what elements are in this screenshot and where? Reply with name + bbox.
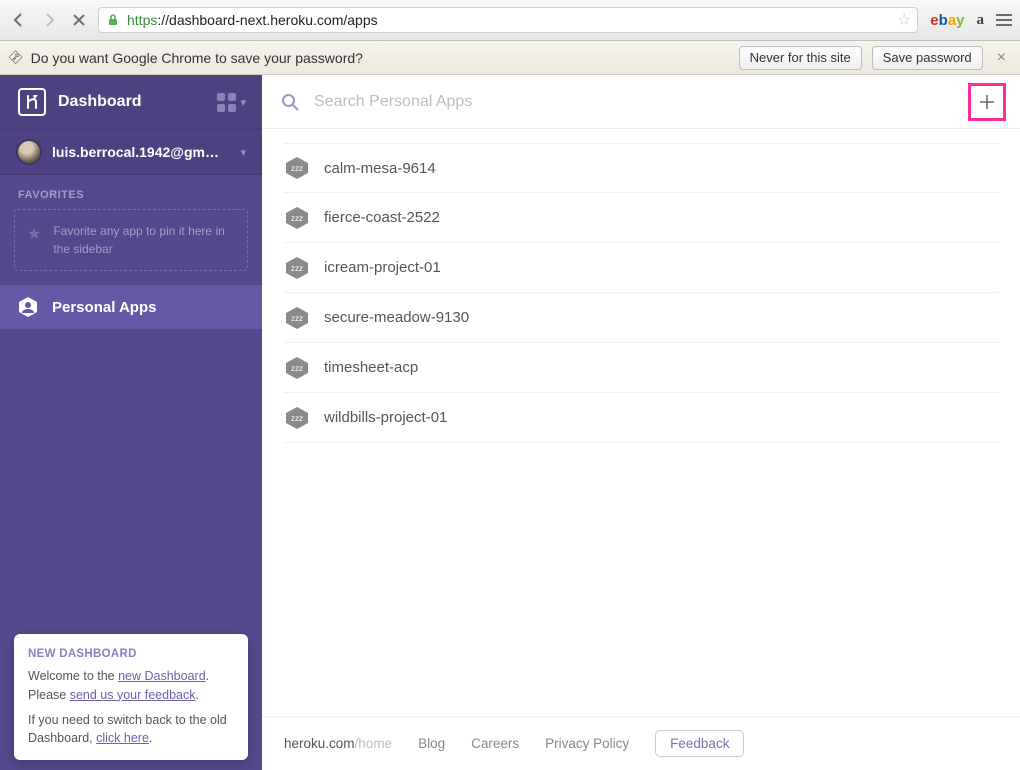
app-root: Dashboard ▾ luis.berrocal.1942@gmail....… (0, 75, 1020, 770)
toolbar-right: ebay a (926, 12, 1012, 29)
footer-link-blog[interactable]: Blog (418, 736, 445, 751)
svg-text:zzz: zzz (291, 314, 303, 323)
password-save-bar: ⚿ Do you want Google Chrome to save your… (0, 41, 1020, 75)
save-password-button[interactable]: Save password (872, 46, 983, 70)
old-dashboard-link[interactable]: click here (96, 731, 149, 745)
app-name: icream-project-01 (324, 259, 441, 276)
url-text: https://dashboard-next.heroku.com/apps (127, 12, 891, 28)
footer: heroku.com/home Blog Careers Privacy Pol… (262, 716, 1020, 770)
sidebar: Dashboard ▾ luis.berrocal.1942@gmail....… (0, 75, 262, 770)
address-bar[interactable]: https://dashboard-next.heroku.com/apps ☆ (98, 7, 918, 33)
account-dropdown[interactable]: luis.berrocal.1942@gmail.... ▾ (0, 129, 262, 175)
sidebar-title: Dashboard (58, 93, 205, 111)
app-row[interactable]: zzz secure-meadow-9130 (284, 293, 998, 343)
app-row[interactable]: zzz icream-project-01 (284, 243, 998, 293)
new-dashboard-notice: NEW DASHBOARD Welcome to the new Dashboa… (14, 634, 248, 760)
browser-toolbar: https://dashboard-next.heroku.com/apps ☆… (0, 0, 1020, 41)
app-row[interactable]: zzz calm-mesa-9614 (284, 143, 998, 193)
app-name: calm-mesa-9614 (324, 160, 436, 177)
app-row[interactable]: zzz wildbills-project-01 (284, 393, 998, 443)
svg-text:zzz: zzz (291, 414, 303, 423)
search-row (262, 75, 1020, 129)
apps-list: zzz calm-mesa-9614 zzz fierce-coast-2522… (262, 129, 1020, 716)
back-button[interactable] (8, 9, 30, 31)
sleeping-app-icon: zzz (284, 405, 310, 431)
app-name: wildbills-project-01 (324, 409, 447, 426)
create-app-button[interactable] (968, 83, 1006, 121)
app-name: fierce-coast-2522 (324, 209, 440, 226)
chevron-down-icon: ▾ (240, 146, 246, 159)
notice-line-1: Welcome to the new Dashboard. Please sen… (28, 667, 234, 705)
never-for-this-site-button[interactable]: Never for this site (739, 46, 862, 70)
chrome-menu-icon[interactable] (996, 14, 1012, 26)
key-icon: ⚿ (6, 48, 26, 68)
avatar (16, 139, 42, 165)
sleeping-app-icon: zzz (284, 155, 310, 181)
main-content: zzz calm-mesa-9614 zzz fierce-coast-2522… (262, 75, 1020, 770)
notice-heading: NEW DASHBOARD (28, 646, 234, 663)
amazon-extension-icon[interactable]: a (977, 12, 985, 29)
svg-text:zzz: zzz (291, 214, 303, 223)
lock-icon (105, 12, 121, 28)
user-email: luis.berrocal.1942@gmail.... (52, 144, 226, 160)
sleeping-app-icon: zzz (284, 205, 310, 231)
close-password-bar-button[interactable]: × (993, 49, 1010, 67)
send-feedback-link[interactable]: send us your feedback (70, 688, 196, 702)
heroku-logo-icon[interactable] (18, 88, 46, 116)
sidebar-item-personal-apps[interactable]: Personal Apps (0, 285, 262, 329)
svg-text:zzz: zzz (291, 364, 303, 373)
new-dashboard-link[interactable]: new Dashboard (118, 669, 206, 683)
footer-brand[interactable]: heroku.com/home (284, 736, 392, 751)
favorites-section-label: FAVORITES (0, 175, 262, 209)
app-name: secure-meadow-9130 (324, 309, 469, 326)
favorites-hint-text: Favorite any app to pin it here in the s… (53, 222, 235, 258)
sleeping-app-icon: zzz (284, 255, 310, 281)
app-row[interactable]: zzz timesheet-acp (284, 343, 998, 393)
sidebar-header: Dashboard ▾ (0, 75, 262, 129)
app-switcher[interactable]: ▾ (217, 93, 246, 112)
forward-button[interactable] (38, 9, 60, 31)
star-outline-icon: ★ (27, 224, 41, 244)
search-icon (280, 92, 300, 112)
app-name: timesheet-acp (324, 359, 418, 376)
password-prompt-text: Do you want Google Chrome to save your p… (31, 50, 363, 66)
sleeping-app-icon: zzz (284, 305, 310, 331)
search-input[interactable] (314, 93, 954, 111)
person-hex-icon (16, 295, 40, 319)
sidebar-item-label: Personal Apps (52, 299, 156, 316)
sleeping-app-icon: zzz (284, 355, 310, 381)
app-row[interactable]: zzz fierce-coast-2522 (284, 193, 998, 243)
feedback-button[interactable]: Feedback (655, 730, 744, 757)
favorites-empty-box: ★ Favorite any app to pin it here in the… (14, 209, 248, 271)
svg-text:zzz: zzz (291, 264, 303, 273)
chevron-down-icon: ▾ (240, 96, 246, 109)
svg-text:zzz: zzz (291, 164, 303, 173)
stop-button[interactable] (68, 9, 90, 31)
notice-line-2: If you need to switch back to the old Da… (28, 711, 234, 749)
bookmark-star-icon[interactable]: ☆ (897, 10, 911, 30)
footer-link-careers[interactable]: Careers (471, 736, 519, 751)
ebay-extension-icon[interactable]: ebay (930, 12, 964, 29)
footer-link-privacy[interactable]: Privacy Policy (545, 736, 629, 751)
grid-icon (217, 93, 236, 112)
